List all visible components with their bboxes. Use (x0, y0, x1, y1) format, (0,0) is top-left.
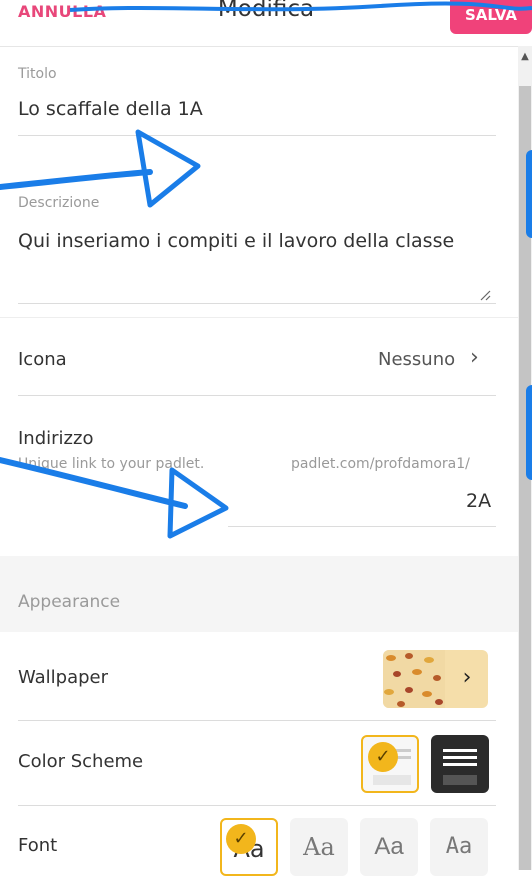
annotation-edge-mark (526, 150, 532, 238)
font-label: Font (18, 835, 58, 856)
divider (18, 395, 496, 396)
arrow-head-icon (167, 467, 229, 539)
color-scheme-light[interactable]: ✓ (361, 735, 419, 793)
color-scheme-label: Color Scheme (18, 751, 144, 772)
title-input[interactable]: Lo scaffale della 1A (18, 98, 203, 120)
divider (18, 805, 496, 806)
check-icon: ✓ (368, 742, 398, 772)
chevron-right-icon[interactable]: › (451, 660, 483, 696)
divider (0, 317, 518, 318)
wallpaper-label: Wallpaper (18, 667, 109, 688)
annotation-edge-mark (526, 385, 532, 480)
title-field-label: Titolo (18, 66, 57, 82)
title-underline (18, 135, 496, 136)
color-scheme-dark[interactable] (431, 735, 489, 793)
scroll-up-arrow-icon[interactable]: ▲ (519, 50, 531, 64)
address-hint: Unique link to your padlet. (18, 456, 205, 472)
address-slug-input[interactable]: 2A (466, 490, 491, 512)
check-icon: ✓ (226, 824, 256, 854)
appearance-section-header: Appearance (0, 556, 518, 632)
save-button[interactable]: SALVA (450, 0, 532, 34)
font-option-3[interactable]: Aa (360, 818, 418, 876)
divider (18, 720, 496, 721)
icon-row-label: Icona (18, 349, 67, 370)
arrow-head-icon (135, 129, 201, 208)
description-field-label: Descrizione (18, 195, 100, 211)
appearance-section-label: Appearance (18, 592, 121, 612)
font-option-4[interactable]: Aa (430, 818, 488, 876)
address-field-label: Indirizzo (18, 428, 94, 449)
chevron-right-icon[interactable]: › (470, 345, 479, 370)
description-underline (18, 303, 496, 304)
icon-row-value[interactable]: Nessuno (378, 349, 455, 370)
font-option-1[interactable]: Aa ✓ (220, 818, 278, 876)
wallpaper-picker[interactable]: › (383, 650, 488, 708)
font-option-2[interactable]: Aa (290, 818, 348, 876)
address-underline (228, 526, 496, 527)
resize-handle-icon[interactable] (478, 288, 492, 302)
header-bar: ANNULLA Modifica SALVA (0, 0, 532, 47)
description-textarea[interactable]: Qui inseriamo i compiti e il lavoro dell… (18, 230, 454, 252)
wallpaper-preview (383, 650, 445, 708)
address-prefix: padlet.com/profdamora1/ (291, 456, 470, 472)
annotation-arrow-title (0, 169, 153, 190)
